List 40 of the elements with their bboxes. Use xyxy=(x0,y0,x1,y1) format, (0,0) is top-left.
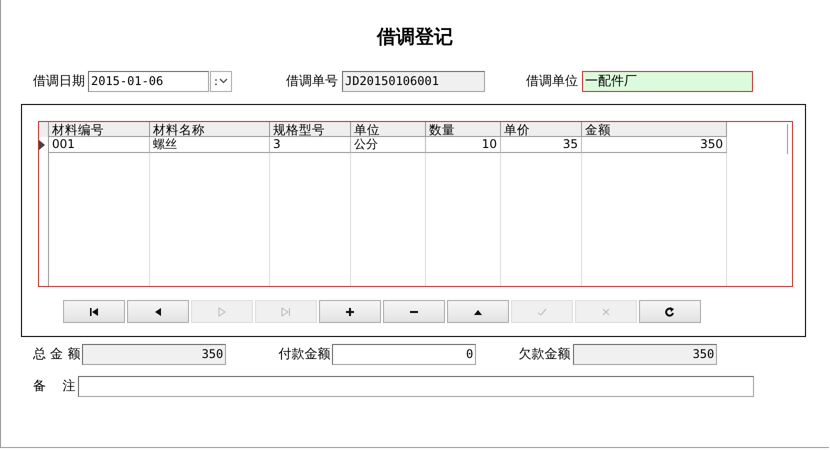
column-header[interactable]: 单价 xyxy=(501,122,582,137)
unit-field[interactable]: 一配件厂 xyxy=(582,70,753,92)
table-cell: 350 xyxy=(582,137,727,153)
remark-field[interactable] xyxy=(78,376,754,396)
number-field[interactable]: JD20150106001 xyxy=(342,70,485,92)
table-cell: 35 xyxy=(501,137,582,153)
table-cell: 001 xyxy=(49,137,150,153)
table-cell: 公分 xyxy=(351,137,426,153)
plus-icon xyxy=(343,306,357,318)
field-label: 借调单位 xyxy=(526,73,578,90)
form-title: 借调登记 xyxy=(376,25,454,50)
field-label: 欠款金额 xyxy=(518,346,570,363)
column-header[interactable]: 金额 xyxy=(582,122,727,137)
field-label: 备 注 xyxy=(33,378,76,395)
amount-field[interactable]: 0 xyxy=(332,344,476,364)
date-dropdown[interactable]: : xyxy=(210,70,232,92)
field-label: 借调单号 xyxy=(286,73,338,90)
refresh-button[interactable] xyxy=(639,300,701,323)
chevron-down-icon xyxy=(218,78,228,84)
table-cell: 3 xyxy=(270,137,351,153)
field-label: 付款金额 xyxy=(278,346,330,363)
date-field[interactable]: 2015-01-06 xyxy=(88,70,209,92)
table-cell: 螺丝 xyxy=(150,137,270,153)
insert-button[interactable] xyxy=(319,300,381,323)
column-header[interactable]: 单位 xyxy=(351,122,426,137)
column-header[interactable]: 材料名称 xyxy=(150,122,270,137)
field-label: 借调日期 xyxy=(33,73,85,90)
first-record-icon xyxy=(87,306,101,318)
field-label: 总 金 额 xyxy=(33,346,80,363)
column-header[interactable]: 材料编号 xyxy=(49,122,150,137)
column-header[interactable]: 规格型号 xyxy=(270,122,351,137)
edit-button[interactable] xyxy=(447,300,509,323)
refresh-icon xyxy=(663,306,677,318)
amount-field[interactable]: 350 xyxy=(573,344,718,364)
last-record-icon xyxy=(279,306,293,318)
table-cell: 10 xyxy=(426,137,501,153)
first-button[interactable] xyxy=(63,300,125,323)
column-header[interactable]: 数量 xyxy=(426,122,501,137)
amount-field[interactable]: 350 xyxy=(82,344,226,364)
delete-button[interactable] xyxy=(383,300,445,323)
